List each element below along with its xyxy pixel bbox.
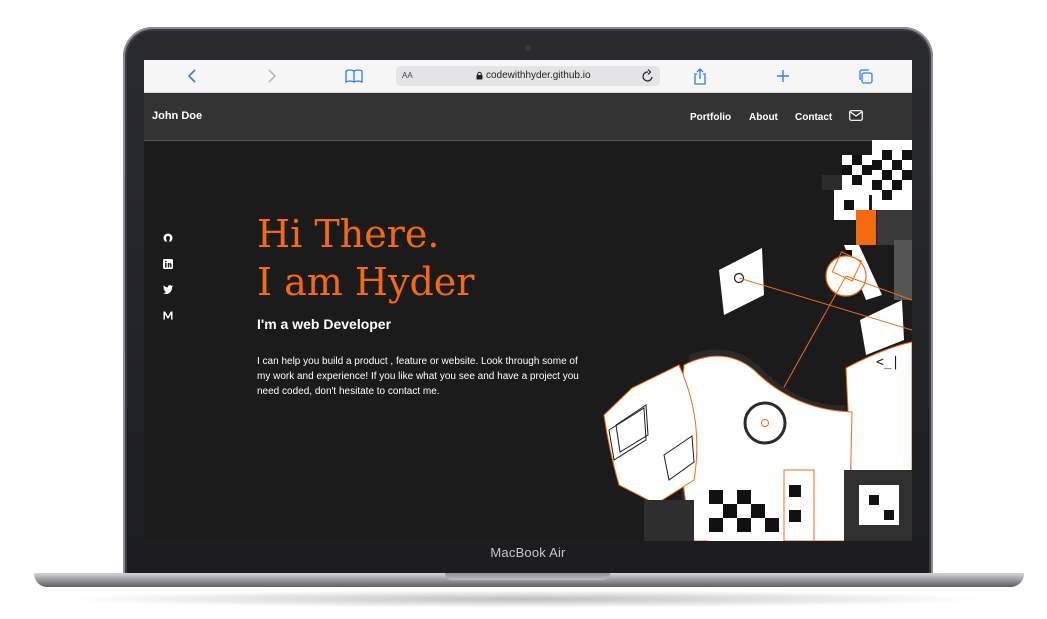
site-navbar: John Doe Portfolio About Contact <box>144 93 912 141</box>
nav-portfolio[interactable]: Portfolio <box>690 112 731 123</box>
address-bar[interactable]: AA codewithhyder.github.io <box>396 66 660 86</box>
chevron-right-icon <box>268 69 277 83</box>
nav-about[interactable]: About <box>749 112 778 123</box>
reload-icon[interactable] <box>642 69 654 83</box>
hero-subtitle: I'm a web Developer <box>257 316 392 332</box>
tabs-icon <box>858 68 873 84</box>
tabs-button[interactable] <box>855 66 875 86</box>
camera <box>525 45 531 51</box>
medium-icon <box>163 311 173 319</box>
hero-title-line1: Hi There. <box>257 212 440 256</box>
github-link[interactable] <box>162 232 174 244</box>
hero-description: I can help you build a product , feature… <box>257 356 579 397</box>
laptop-notch <box>445 573 610 580</box>
share-icon <box>694 67 706 85</box>
new-tab-button[interactable] <box>773 66 793 86</box>
share-button[interactable] <box>690 66 710 86</box>
browser-screen: AA codewithhyder.github.io John Doe Port… <box>144 60 912 541</box>
chevron-left-icon <box>187 69 196 83</box>
twitter-icon <box>163 284 173 294</box>
medium-link[interactable] <box>162 309 174 321</box>
twitter-link[interactable] <box>162 283 174 295</box>
lock-icon <box>476 71 483 80</box>
device-label: MacBook Air <box>490 545 566 560</box>
bookmarks-button[interactable] <box>344 66 364 86</box>
laptop-shadow <box>60 590 990 608</box>
back-button[interactable] <box>182 66 202 86</box>
forward-button[interactable] <box>262 66 282 86</box>
plus-icon <box>777 70 789 82</box>
mail-icon[interactable] <box>849 110 863 121</box>
nav-contact[interactable]: Contact <box>795 112 832 123</box>
linkedin-link[interactable] <box>162 258 174 270</box>
book-icon <box>345 69 363 83</box>
browser-toolbar: AA codewithhyder.github.io <box>144 60 912 93</box>
linkedin-icon <box>163 259 173 269</box>
laptop-bezel-bottom: MacBook Air <box>128 541 928 575</box>
github-icon <box>163 233 173 243</box>
code-glyph: <_| <box>876 355 899 370</box>
hero-title: Hi There. I am Hyder <box>257 210 474 306</box>
text-size-button[interactable]: AA <box>402 71 413 80</box>
hero-title-line2: I am Hyder <box>257 260 475 304</box>
hero-illustration: <_| <box>603 140 912 541</box>
brand-logo[interactable]: John Doe <box>152 110 202 122</box>
url-text: codewithhyder.github.io <box>486 70 591 81</box>
